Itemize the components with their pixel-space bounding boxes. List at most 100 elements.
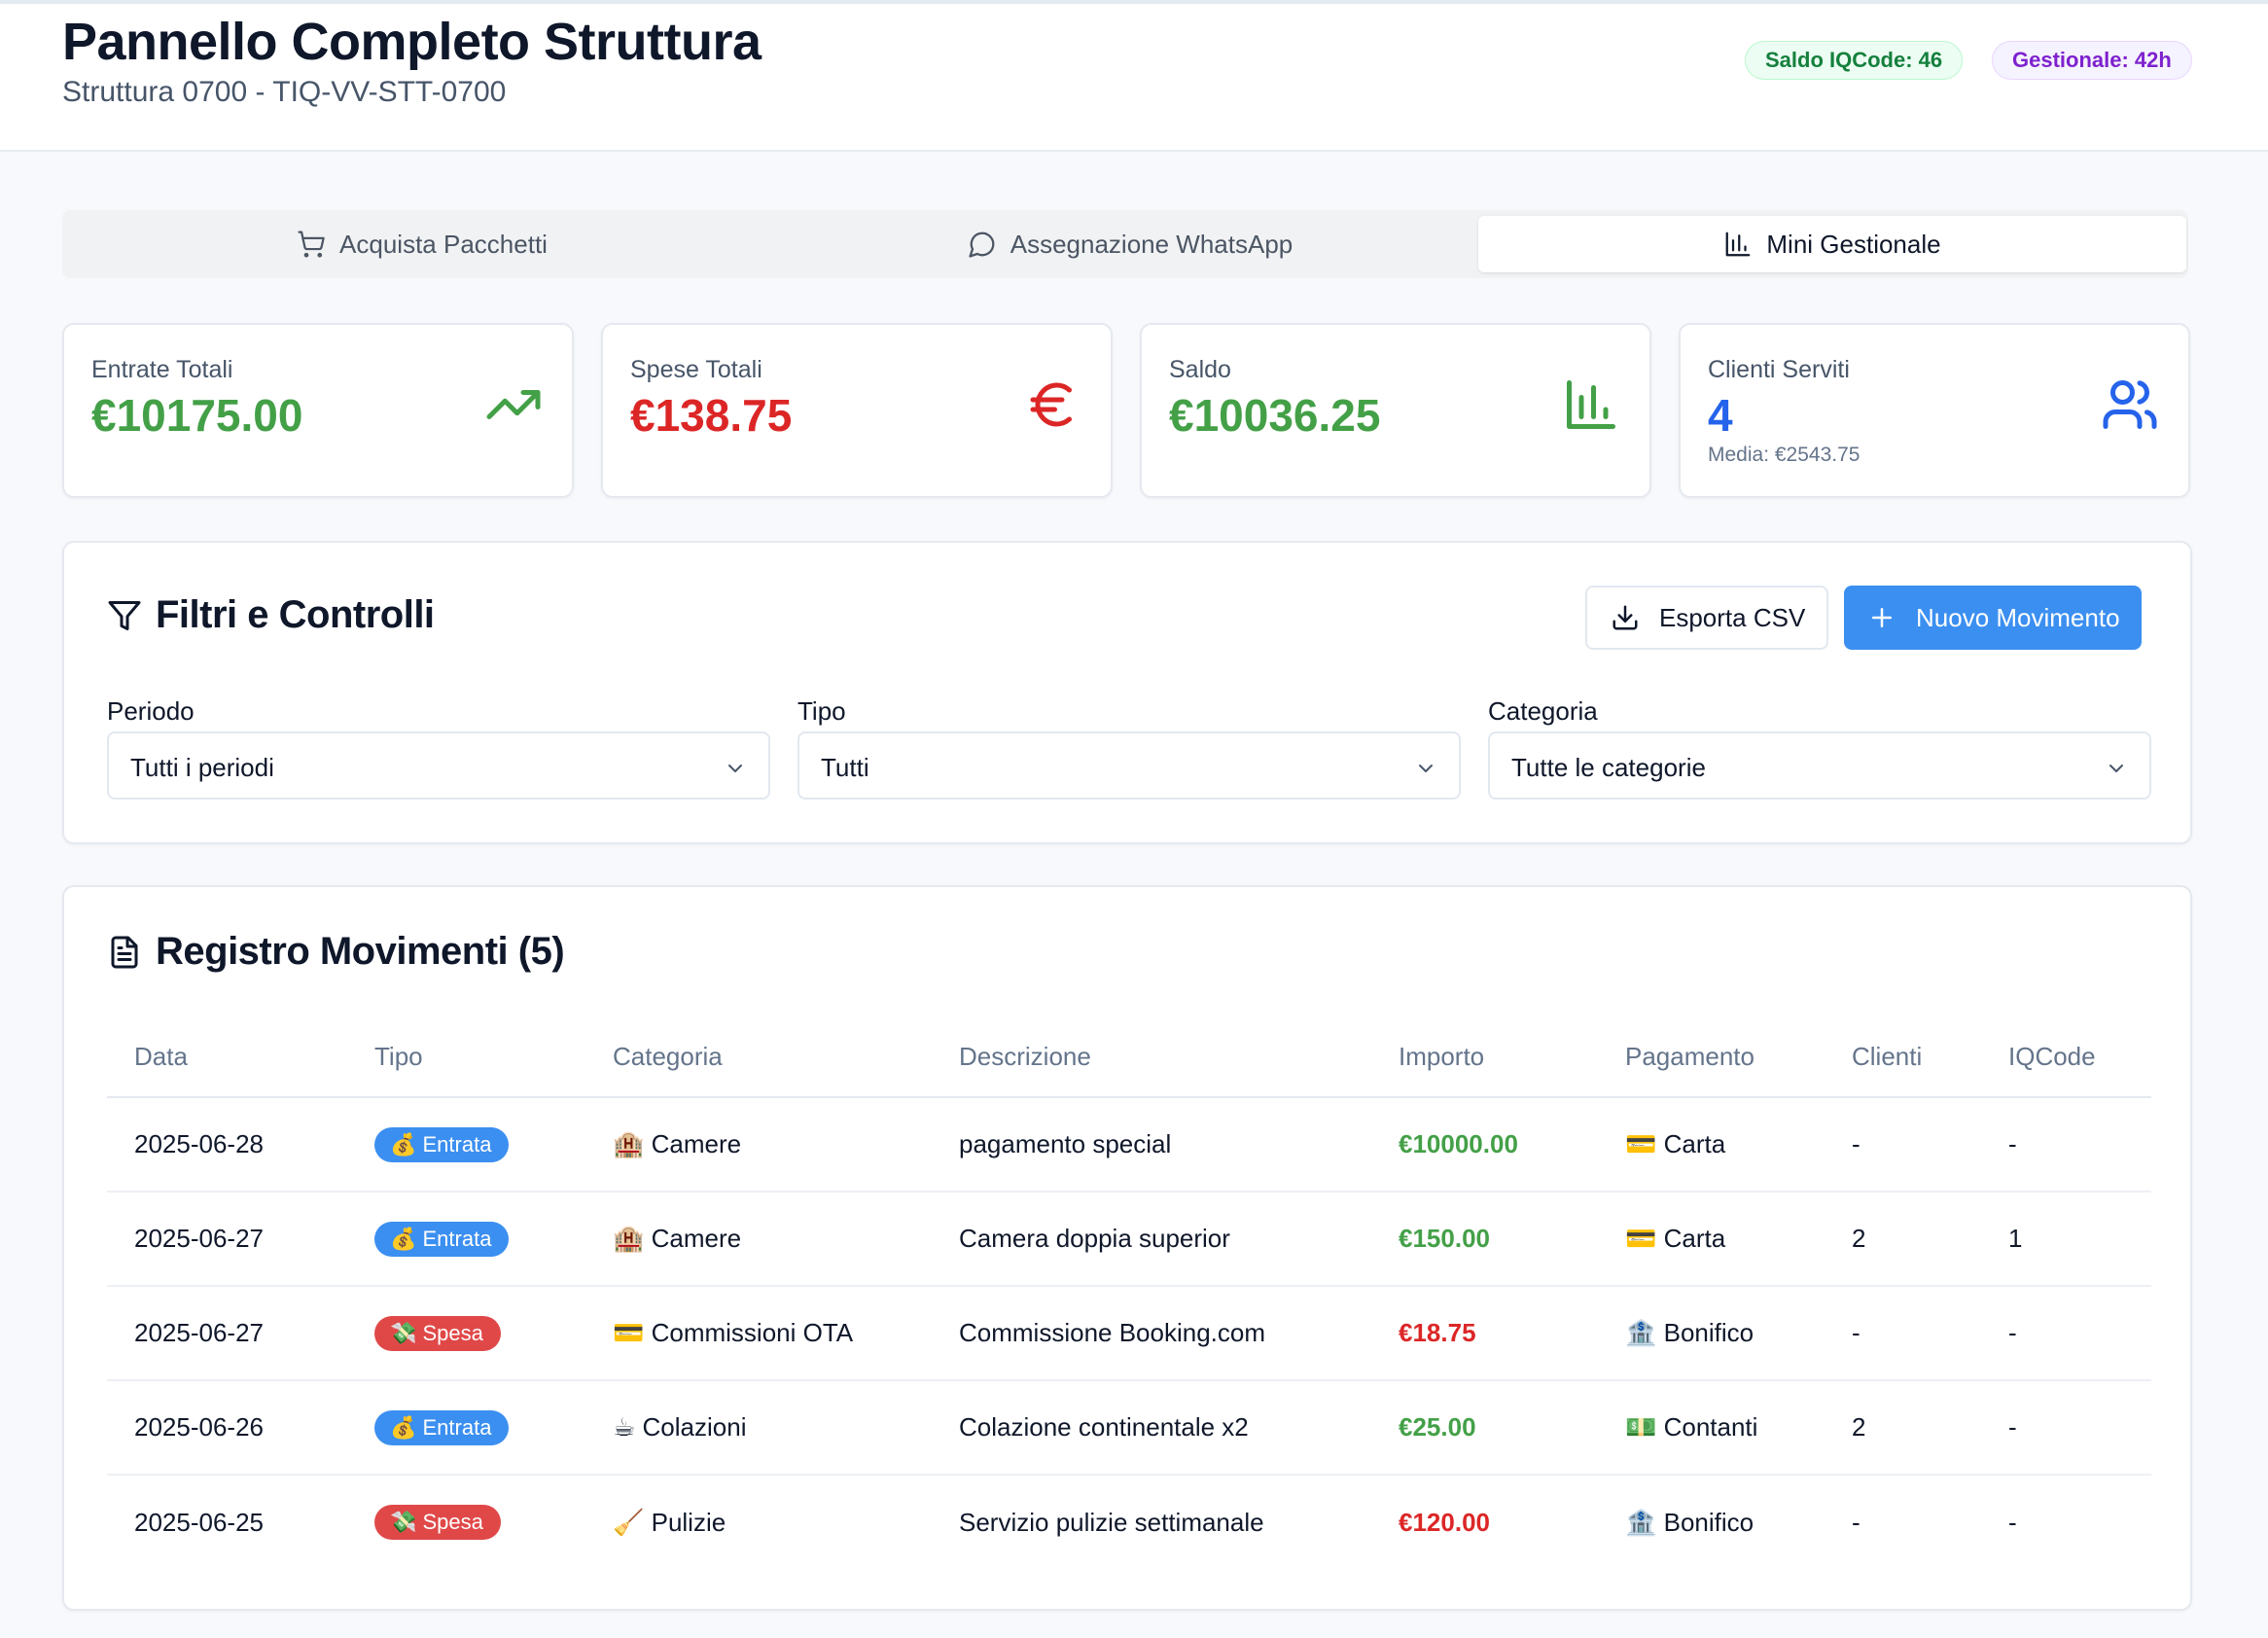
cell-importo: €18.75	[1371, 1286, 1598, 1381]
stat-label: Entrate Totali	[91, 356, 233, 383]
tab-acquista-pacchetti[interactable]: Acquista Pacchetti	[68, 216, 776, 272]
cell-data: 2025-06-27	[107, 1286, 347, 1381]
bar-chart-icon	[1726, 231, 1751, 257]
cell-descrizione: Commissione Booking.com	[932, 1286, 1371, 1381]
tipo-label: Tipo	[797, 696, 846, 726]
filters-title: Filtri e Controlli	[156, 593, 435, 636]
chevron-down-icon	[1419, 765, 1433, 772]
table-row: 2025-06-26 💰 Entrata ☕ Colazioni Colazio…	[107, 1380, 2151, 1476]
cell-importo: €150.00	[1371, 1192, 1598, 1287]
cell-pagamento: 💳 Carta	[1598, 1097, 1825, 1193]
cell-clienti: -	[1825, 1097, 1981, 1193]
saldo-iqcode-badge: Saldo IQCode: 46	[1745, 41, 1964, 80]
categoria-select[interactable]: Tutte le categorie	[1488, 731, 2151, 800]
cell-data: 2025-06-28	[107, 1097, 347, 1193]
tab-assegnazione-whatsapp[interactable]: Assegnazione WhatsApp	[776, 216, 1484, 272]
filter-icon	[108, 600, 141, 630]
column-header: Categoria	[585, 1017, 932, 1098]
document-icon	[111, 936, 138, 968]
stat-value: €10036.25	[1169, 390, 1381, 441]
cell-categoria: 💳 Commissioni OTA	[585, 1286, 932, 1381]
registry-heading: Registro Movimenti (5)	[107, 930, 565, 974]
tab-label: Acquista Pacchetti	[339, 229, 548, 259]
movements-table: Data Tipo Categoria Descrizione Importo …	[107, 1017, 2151, 1569]
cell-data: 2025-06-25	[134, 1507, 264, 1537]
trending-up-icon	[486, 390, 541, 419]
periodo-value: Tutti i periodi	[130, 753, 274, 782]
cell-importo: €10000.00	[1371, 1097, 1598, 1193]
tipo-value: Tutti	[821, 753, 869, 782]
chat-icon	[969, 231, 995, 258]
cell-pagamento: 💳 Carta	[1598, 1192, 1825, 1287]
type-badge-entrata: 💰 Entrata	[374, 1126, 510, 1162]
stat-value: 4	[1708, 390, 1733, 441]
stat-label: Saldo	[1169, 356, 1231, 383]
table-row: 2025-06-27 💰 Entrata 🏨 Camere Camera dop…	[107, 1192, 2151, 1287]
type-badge-spesa: 💸 Spesa	[374, 1505, 501, 1540]
registry-card: Registro Movimenti (5) Data Tipo Categor…	[62, 885, 2192, 1611]
new-movement-button[interactable]: Nuovo Movimento	[1844, 586, 2142, 650]
stat-label: Spese Totali	[630, 356, 762, 383]
table-header-row: Data Tipo Categoria Descrizione Importo …	[107, 1017, 2151, 1098]
cell-descrizione: Camera doppia superior	[932, 1192, 1371, 1287]
stat-card-spese: Spese Totali €138.75	[601, 323, 1113, 498]
stat-sub: Media: €2543.75	[1708, 444, 1860, 466]
export-csv-label: Esporta CSV	[1659, 602, 1806, 632]
cell-descrizione: Servizio pulizie settimanale	[959, 1507, 1264, 1537]
cell-descrizione: pagamento special	[932, 1097, 1371, 1193]
type-badge-entrata: 💰 Entrata	[374, 1221, 510, 1257]
tab-label: Assegnazione WhatsApp	[1010, 229, 1293, 259]
tab-label: Mini Gestionale	[1766, 229, 1941, 259]
column-header: Tipo	[347, 1017, 585, 1098]
cell-clienti: 2	[1825, 1380, 1981, 1476]
tipo-select[interactable]: Tutti	[797, 731, 1461, 800]
categoria-value: Tutte le categorie	[1511, 753, 1706, 782]
periodo-select[interactable]: Tutti i periodi	[107, 731, 770, 800]
stat-card-saldo: Saldo €10036.25	[1140, 323, 1651, 498]
type-badge-spesa: 💸 Spesa	[374, 1315, 501, 1351]
cell-iqcode: -	[1981, 1286, 2151, 1381]
categoria-label: Categoria	[1488, 696, 1598, 726]
cell-categoria: ☕ Colazioni	[585, 1380, 932, 1476]
cell-categoria: 🏨 Camere	[585, 1192, 932, 1287]
new-movement-label: Nuovo Movimento	[1916, 602, 2120, 632]
stat-value: €138.75	[630, 390, 793, 441]
cell-iqcode: -	[2008, 1507, 2017, 1537]
gestionale-hours-badge: Gestionale: 42h	[1992, 41, 2192, 80]
periodo-label: Periodo	[107, 696, 195, 726]
users-icon	[2103, 380, 2157, 429]
column-header: Importo	[1371, 1017, 1598, 1098]
chevron-down-icon	[2109, 765, 2123, 772]
chevron-down-icon	[728, 765, 742, 772]
filters-heading: Filtri e Controlli	[107, 593, 435, 637]
cell-categoria: 🏨 Camere	[585, 1097, 932, 1193]
cell-descrizione: Colazione continentale x2	[932, 1380, 1371, 1476]
cell-data: 2025-06-27	[107, 1192, 347, 1287]
page-header: Pannello Completo Struttura Struttura 07…	[0, 0, 2268, 152]
cell-categoria: 🧹 Pulizie	[613, 1507, 726, 1537]
cell-data: 2025-06-26	[107, 1380, 347, 1476]
cell-iqcode: -	[1981, 1380, 2151, 1476]
registry-title: Registro Movimenti (5)	[156, 930, 565, 973]
cell-pagamento: 💵 Contanti	[1598, 1380, 1825, 1476]
table-row: 2025-06-25 💸 Spesa 🧹 Pulizie Servizio pu…	[107, 1475, 2151, 1569]
tab-mini-gestionale[interactable]: Mini Gestionale	[1478, 216, 2186, 272]
cart-icon	[298, 231, 325, 258]
cell-importo: €120.00	[1399, 1507, 1490, 1537]
cell-clienti: -	[1825, 1286, 1981, 1381]
cell-importo: €25.00	[1371, 1380, 1598, 1476]
cell-clienti: 2	[1825, 1192, 1981, 1287]
cell-pagamento: 🏦 Bonifico	[1625, 1507, 1754, 1537]
plus-icon	[1872, 608, 1892, 627]
column-header: Descrizione	[932, 1017, 1371, 1098]
cell-pagamento: 🏦 Bonifico	[1598, 1286, 1825, 1381]
column-header: Pagamento	[1598, 1017, 1825, 1098]
column-header: IQCode	[1981, 1017, 2151, 1098]
export-csv-button[interactable]: Esporta CSV	[1585, 586, 1829, 650]
filters-card: Filtri e Controlli Esporta CSV Nuovo Mov…	[62, 541, 2192, 844]
cell-clienti: -	[1852, 1507, 1860, 1537]
download-icon	[1612, 605, 1638, 630]
bar-chart-icon	[1567, 380, 1615, 429]
cell-iqcode: -	[1981, 1097, 2151, 1193]
stat-card-clienti: Clienti Serviti 4 Media: €2543.75	[1679, 323, 2190, 498]
